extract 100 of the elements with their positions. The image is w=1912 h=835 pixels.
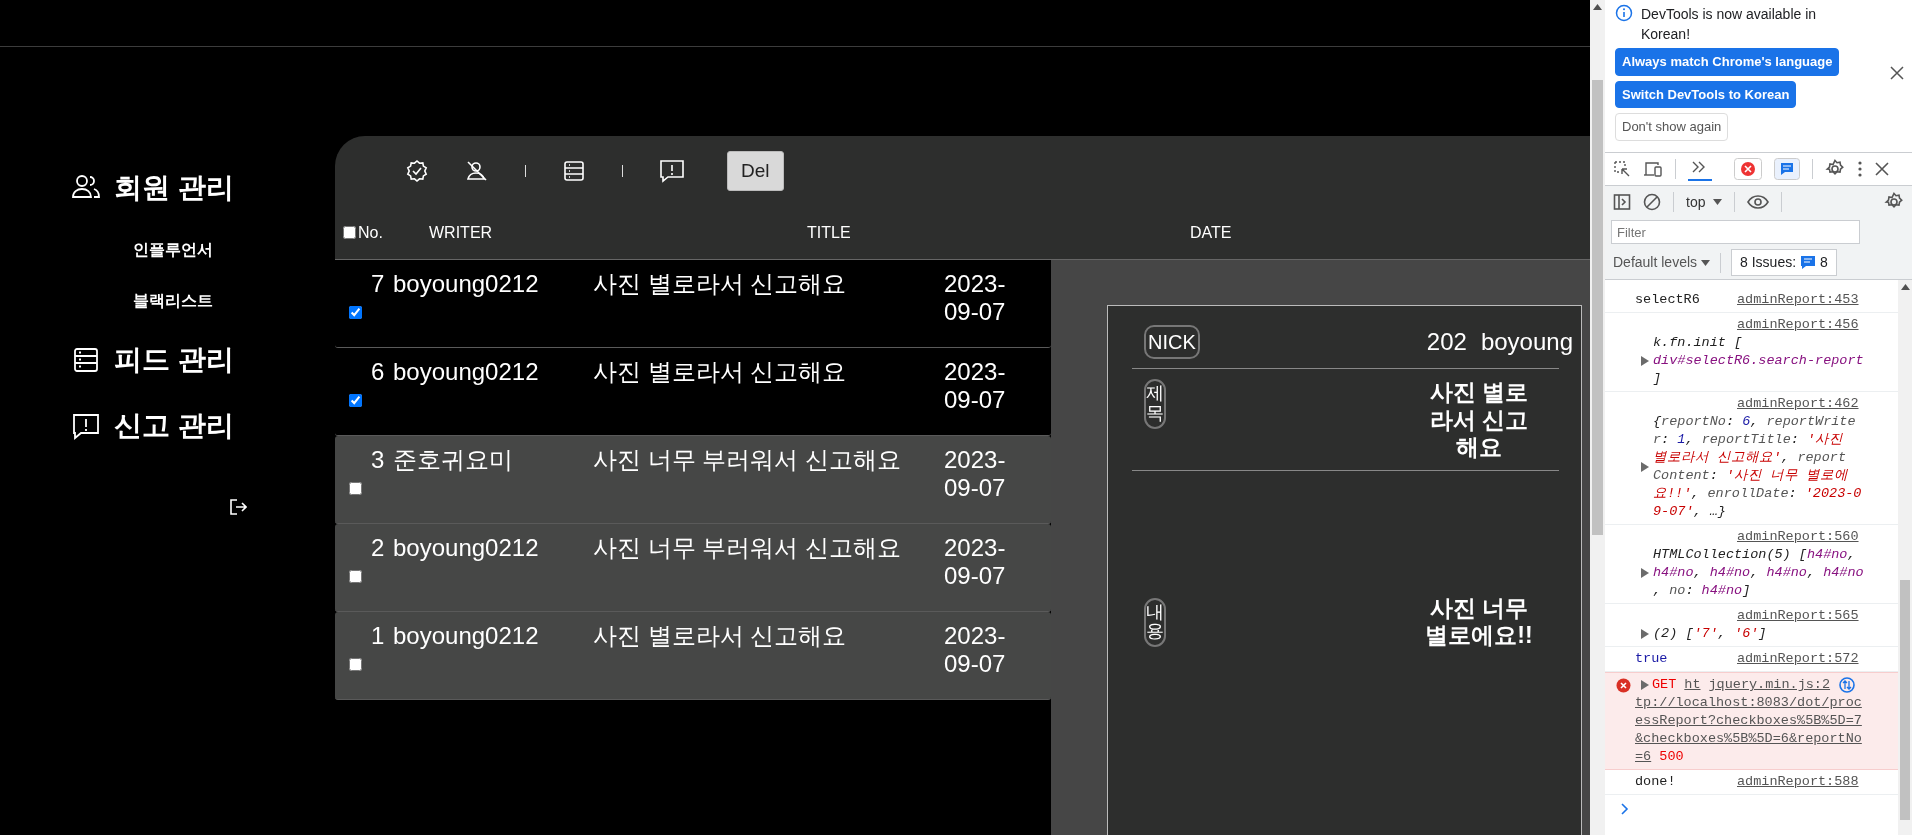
console-text: HTMLCollection(5) [h4#no,: [1653, 546, 1857, 564]
console-text: Content: '사진 너무 별로에: [1653, 467, 1850, 485]
url-link[interactable]: =6: [1635, 748, 1652, 766]
column-header[interactable]: No.: [358, 220, 429, 245]
expand-arrow-icon[interactable]: [1641, 356, 1649, 366]
row-checkbox[interactable]: [349, 570, 362, 583]
row-checkbox[interactable]: [349, 306, 362, 319]
issues-button[interactable]: 8 Issues: 8: [1731, 249, 1837, 276]
table-cell-text: 7: [371, 270, 386, 299]
inspect-icon[interactable]: [1613, 160, 1631, 178]
url-link[interactable]: &checkboxes%5B%5D=6&reportNo: [1635, 730, 1862, 748]
menu-title[interactable]: 피드 관리: [114, 339, 234, 382]
column-header[interactable]: DATE: [1190, 220, 1290, 245]
sidebar-toggle-icon[interactable]: [1613, 193, 1631, 211]
console-text: 별로라서 신고해요', report: [1653, 449, 1847, 467]
report-icon: [71, 411, 101, 442]
title-value: 사진 별로라서 신고해요: [1428, 379, 1530, 462]
scrollbar-thumb[interactable]: [1592, 80, 1603, 535]
table-cell-text: boyoung0212: [393, 358, 540, 387]
console-text: (2) ['7', '6']: [1653, 625, 1767, 643]
console-text: 요!!', enrollDate: '2023-0: [1653, 485, 1862, 503]
submenu-item[interactable]: 인플루언서: [133, 240, 213, 260]
menu-title[interactable]: 회원 관리: [114, 167, 234, 209]
menu-title[interactable]: 신고 관리: [114, 405, 234, 448]
source-link[interactable]: adminReport:565: [1737, 607, 1859, 625]
table-cell-text: 사진 별로라서 신고해요: [593, 358, 848, 387]
console-text: {reportNo: 6, reportWrite: [1653, 413, 1857, 431]
list-icon[interactable]: [562, 159, 586, 183]
console-text: , no: h4#no]: [1653, 582, 1752, 600]
filter-field[interactable]: Filter: [1611, 220, 1860, 244]
table-cell-text: 사진 너무 부러워서 신고해요: [593, 534, 902, 563]
device-icon[interactable]: [1643, 160, 1663, 178]
prompt-icon[interactable]: [1621, 803, 1629, 815]
field-label: 제목: [1144, 379, 1166, 429]
close-icon[interactable]: [1875, 162, 1889, 176]
url-link[interactable]: tp://localhost:8083/dot/proc: [1635, 694, 1862, 712]
caret-icon: [1713, 199, 1723, 205]
expand-arrow-icon[interactable]: [1641, 680, 1649, 690]
table-cell-text: boyoung0212: [393, 270, 540, 299]
expand-arrow-icon[interactable]: [1641, 568, 1649, 578]
notice-button[interactable]: Switch DevTools to Korean: [1615, 80, 1797, 109]
table-cell-text: 2: [371, 534, 386, 563]
notice-button[interactable]: Don't show again: [1615, 113, 1729, 141]
error-icon: [1616, 677, 1631, 693]
url-link[interactable]: essReport?checkboxes%5B%5D=7: [1635, 712, 1862, 730]
table-cell-text: 준호귀요미: [393, 446, 514, 475]
source-link[interactable]: jquery.min.js:2: [1708, 676, 1831, 694]
levels-dropdown[interactable]: Default levels: [1613, 252, 1711, 273]
row-checkbox[interactable]: [349, 394, 362, 407]
scroll-up-icon[interactable]: [1593, 4, 1602, 10]
source-link[interactable]: adminReport:588: [1737, 773, 1859, 791]
scrollbar-thumb[interactable]: [1900, 580, 1910, 820]
logout-icon[interactable]: [229, 498, 247, 517]
select-all-checkbox[interactable]: [343, 226, 356, 239]
message-count-icon[interactable]: [1774, 158, 1800, 180]
table-cell-text: 6: [371, 358, 386, 387]
table-row[interactable]: 3 준호귀요미 사진 너무 부러워서 신고해요 2023-09-07: [335, 436, 1051, 524]
table-cell-text: boyoung0212: [393, 622, 540, 651]
source-link[interactable]: adminReport:453: [1737, 291, 1859, 309]
table-cell-text: 사진 별로라서 신고해요: [593, 270, 848, 299]
console-text: done!: [1635, 773, 1677, 791]
message-icon: [1801, 256, 1816, 269]
url-link[interactable]: ht: [1684, 676, 1701, 694]
caret-icon: [1701, 259, 1711, 266]
more-options-icon[interactable]: [1857, 160, 1863, 178]
console-text: div#selectR6.search-report: [1653, 352, 1864, 370]
column-header[interactable]: TITLE: [807, 220, 1190, 245]
console-text: true: [1635, 650, 1669, 668]
source-link[interactable]: adminReport:572: [1737, 650, 1859, 668]
error-text: GET: [1652, 676, 1677, 694]
delete-button[interactable]: Del: [727, 150, 784, 192]
table-cell-text: 2023-09-07: [944, 270, 1007, 327]
row-checkbox[interactable]: [349, 482, 362, 495]
error-count-icon[interactable]: [1734, 158, 1762, 180]
notice-button[interactable]: Always match Chrome's language: [1615, 48, 1840, 76]
table-row[interactable]: 2 boyoung0212 사진 너무 부러워서 신고해요 2023-09-07: [335, 524, 1051, 612]
table-cell-text: 2023-09-07: [944, 358, 1007, 415]
scroll-up-icon[interactable]: [1900, 284, 1910, 290]
console-text: k.fn.init [: [1653, 334, 1744, 352]
expand-arrow-icon[interactable]: [1641, 462, 1649, 472]
close-icon[interactable]: [1890, 66, 1904, 80]
content-value: 사진 너무 별로에요!!: [1424, 594, 1534, 650]
expand-arrow-icon[interactable]: [1641, 629, 1649, 639]
report-icon[interactable]: [659, 159, 685, 183]
notice-text: DevTools is now available in Korean!: [1641, 5, 1818, 44]
user-off-icon[interactable]: [465, 159, 489, 183]
eye-icon[interactable]: [1747, 195, 1770, 209]
table-row[interactable]: 1 boyoung0212 사진 별로라서 신고해요 2023-09-07: [335, 612, 1051, 700]
clear-console-icon[interactable]: [1643, 193, 1661, 211]
issues-label: 8 Issues:: [1740, 253, 1797, 272]
context-selector[interactable]: top: [1686, 191, 1723, 213]
badge-check-icon[interactable]: [405, 159, 429, 183]
row-checkbox[interactable]: [349, 658, 362, 671]
console-text: h4#no, h4#no, h4#no, h4#no: [1653, 564, 1864, 582]
info-icon: [1615, 4, 1633, 22]
source-link[interactable]: adminReport:560: [1737, 528, 1859, 546]
source-link[interactable]: adminReport:456: [1737, 316, 1859, 334]
column-header[interactable]: WRITER: [429, 220, 807, 245]
source-link[interactable]: adminReport:462: [1737, 395, 1859, 413]
submenu-item[interactable]: 블랙리스트: [133, 291, 213, 311]
